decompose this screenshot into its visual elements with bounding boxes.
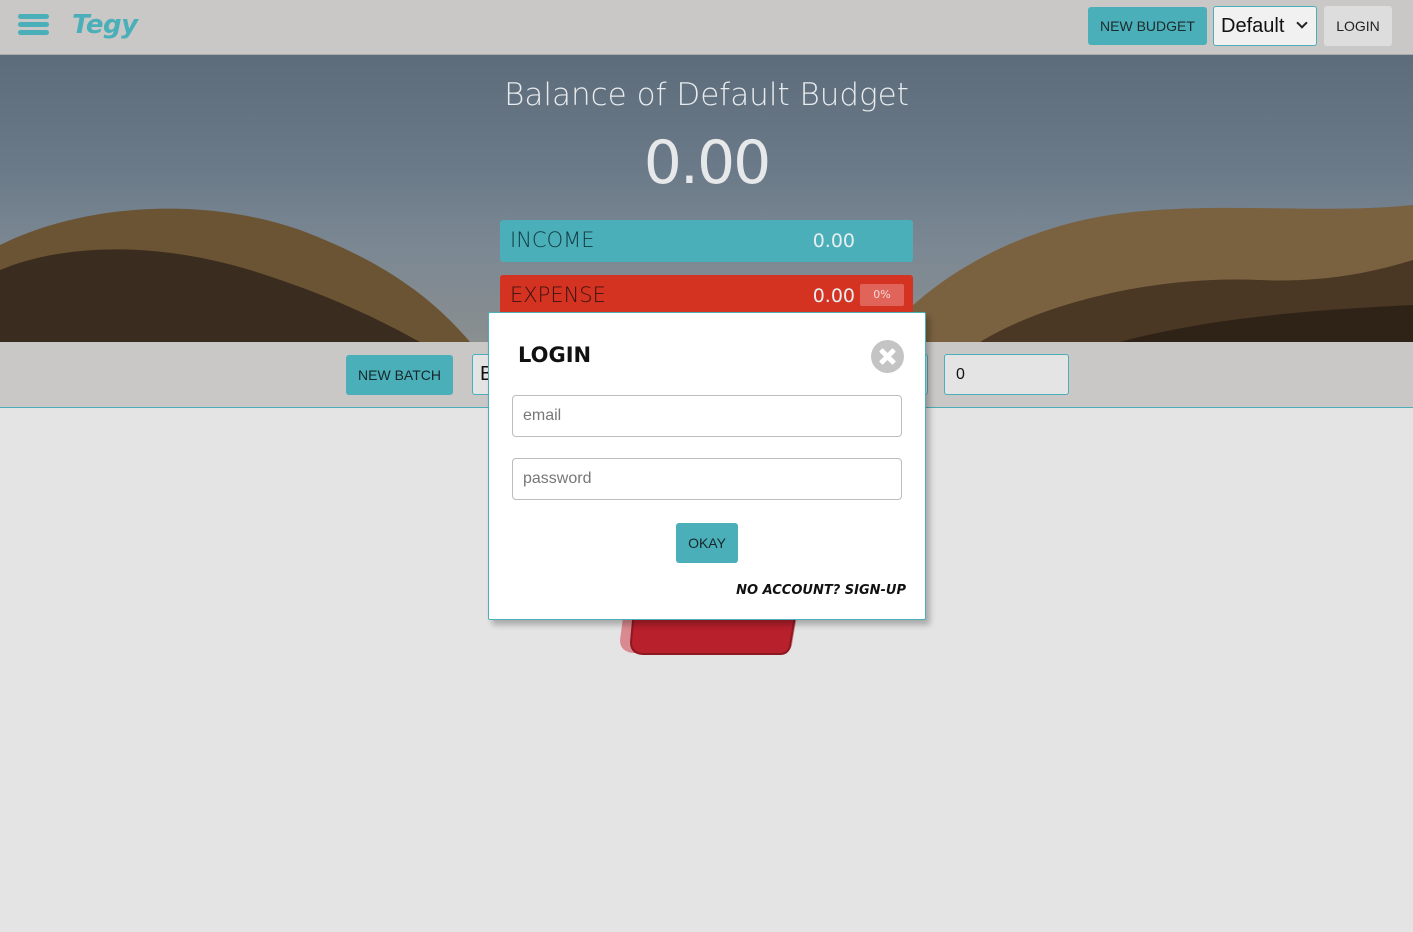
brand-logo[interactable]: Tegy: [72, 10, 138, 40]
expense-amount: 0.00: [812, 285, 855, 307]
login-dialog: LOGIN OKAY NO ACCOUNT? SIGN-UP: [488, 312, 926, 620]
income-amount: 0.00: [812, 230, 855, 252]
hamburger-menu-icon[interactable]: [18, 14, 50, 38]
dialog-title: LOGIN: [518, 343, 592, 367]
balance-amount: 0.00: [643, 128, 772, 198]
new-budget-button[interactable]: NEW BUDGET: [1088, 7, 1207, 45]
expense-label: EXPENSE: [510, 283, 606, 307]
budget-select-value: Default: [1221, 15, 1285, 37]
balance-hero: Balance of Default Budget 0.00 INCOME 0.…: [0, 55, 1413, 342]
top-navbar: Tegy NEW BUDGET Default LOGIN: [0, 0, 1413, 55]
okay-button[interactable]: OKAY: [676, 523, 738, 563]
balance-title: Balance of Default Budget: [504, 77, 909, 113]
new-batch-button[interactable]: NEW BATCH: [346, 355, 453, 395]
email-field[interactable]: [512, 395, 902, 437]
chevron-down-icon: [1296, 17, 1308, 29]
budget-select[interactable]: Default: [1213, 6, 1317, 46]
login-button[interactable]: LOGIN: [1324, 6, 1392, 46]
income-label: INCOME: [510, 228, 595, 252]
password-field[interactable]: [512, 458, 902, 500]
signup-link[interactable]: NO ACCOUNT? SIGN-UP: [736, 583, 906, 598]
close-icon[interactable]: [871, 340, 904, 373]
amount-input[interactable]: [944, 354, 1069, 395]
expense-percent-badge: 0%: [860, 284, 904, 306]
income-bar[interactable]: INCOME 0.00: [500, 220, 913, 262]
